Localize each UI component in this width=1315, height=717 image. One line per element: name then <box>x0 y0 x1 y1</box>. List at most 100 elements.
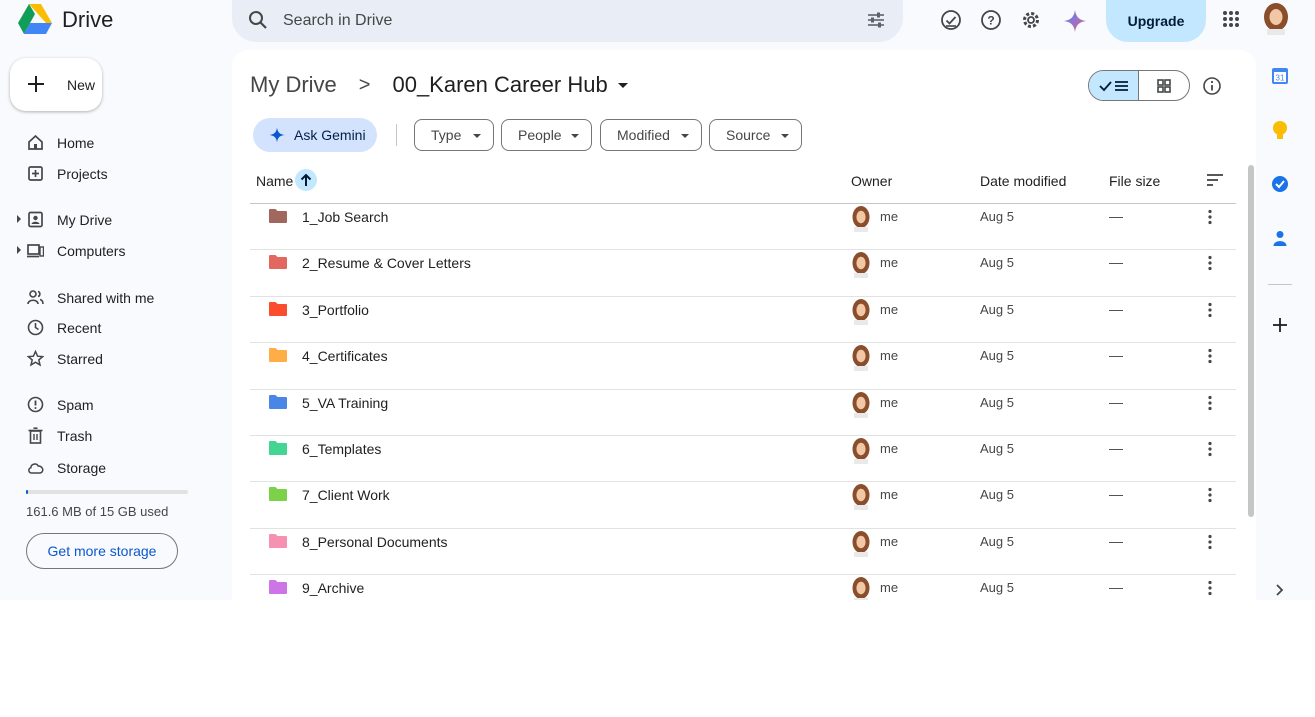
table-row[interactable]: 3_Portfolio me Aug 5 — <box>250 297 1236 344</box>
more-actions-icon[interactable] <box>1208 487 1212 503</box>
add-addon-plus-icon[interactable] <box>1271 316 1289 334</box>
sidebar-item-trash[interactable]: Trash <box>0 421 220 449</box>
list-view-check-icon <box>1098 80 1128 91</box>
search-icon[interactable] <box>248 10 268 30</box>
file-name[interactable]: 5_VA Training <box>302 395 388 411</box>
keep-icon[interactable] <box>1271 120 1289 142</box>
app-title: Drive <box>62 7 114 32</box>
file-size: — <box>1109 439 1123 456</box>
file-name[interactable]: 1_Job Search <box>302 209 388 225</box>
grid-view-button[interactable] <box>1139 71 1189 100</box>
search-options-icon[interactable] <box>866 10 886 30</box>
sort-options-icon[interactable] <box>1206 173 1224 187</box>
info-icon[interactable] <box>1202 76 1222 96</box>
column-file-size[interactable]: File size <box>1109 173 1160 189</box>
help-icon[interactable]: ? <box>980 9 1002 31</box>
sidebar-item-shared[interactable]: Shared with me <box>0 283 220 311</box>
table-row[interactable]: 1_Job Search me Aug 5 — <box>250 204 1236 251</box>
current-folder-title[interactable]: 00_Karen Career Hub <box>392 72 607 98</box>
ask-gemini-button[interactable]: Ask Gemini <box>253 118 377 152</box>
account-avatar[interactable] <box>1262 3 1290 35</box>
column-name[interactable]: Name <box>256 173 293 189</box>
expand-arrow-icon[interactable] <box>17 246 21 254</box>
sidebar-item-projects[interactable]: Projects <box>0 159 220 187</box>
sidebar-item-storage[interactable]: Storage <box>0 453 220 481</box>
sidebar-item-computers[interactable]: Computers <box>0 236 220 264</box>
drive-logo[interactable]: Drive <box>18 2 113 38</box>
get-more-storage-button[interactable]: Get more storage <box>26 533 178 569</box>
expand-side-panel-chevron-icon[interactable] <box>1271 582 1287 598</box>
filter-type[interactable]: Type <box>414 119 494 151</box>
more-actions-icon[interactable] <box>1208 534 1212 550</box>
storage-usage-fill <box>26 490 29 494</box>
table-row[interactable]: 7_Client Work me Aug 5 — <box>250 482 1236 529</box>
more-actions-icon[interactable] <box>1208 395 1212 411</box>
more-actions-icon[interactable] <box>1208 209 1212 225</box>
upgrade-button[interactable]: Upgrade <box>1106 0 1206 42</box>
new-button[interactable]: New <box>10 58 102 111</box>
column-owner[interactable]: Owner <box>851 173 892 189</box>
storage-usage-bar <box>26 490 188 494</box>
star-icon <box>27 350 44 367</box>
table-row[interactable]: 9_Archive me Aug 5 — <box>250 575 1236 600</box>
owner-name: me <box>880 255 899 271</box>
file-name[interactable]: 7_Client Work <box>302 487 390 503</box>
settings-gear-icon[interactable] <box>1020 9 1042 31</box>
sidebar-item-starred[interactable]: Starred <box>0 344 220 372</box>
tasks-icon[interactable] <box>1271 175 1289 193</box>
blank-area <box>0 600 1315 717</box>
filter-source[interactable]: Source <box>709 119 802 151</box>
sort-ascending-icon[interactable] <box>295 169 317 191</box>
calendar-icon[interactable]: 31 <box>1271 67 1289 85</box>
expand-arrow-icon[interactable] <box>17 215 21 223</box>
more-actions-icon[interactable] <box>1208 441 1212 457</box>
file-size: — <box>1109 393 1123 410</box>
filter-label: Source <box>726 127 771 143</box>
file-name[interactable]: 8_Personal Documents <box>302 534 448 550</box>
owner-name: me <box>880 533 899 549</box>
offline-status-icon[interactable] <box>940 9 962 31</box>
owner-name: me <box>880 301 899 317</box>
filter-modified[interactable]: Modified <box>600 119 702 151</box>
breadcrumb-my-drive[interactable]: My Drive <box>250 72 337 98</box>
column-date-modified[interactable]: Date modified <box>980 173 1066 189</box>
file-name[interactable]: 6_Templates <box>302 441 381 457</box>
owner-avatar <box>852 530 870 557</box>
owner-avatar <box>852 298 870 325</box>
sidebar-item-my-drive[interactable]: My Drive <box>0 205 220 233</box>
chevron-down-icon <box>681 134 689 138</box>
table-row[interactable]: 8_Personal Documents me Aug 5 — <box>250 529 1236 576</box>
file-size: — <box>1109 532 1123 549</box>
file-name[interactable]: 3_Portfolio <box>302 302 369 318</box>
contacts-icon[interactable] <box>1271 229 1289 247</box>
search-bar[interactable]: Search in Drive <box>232 0 903 42</box>
folder-icon <box>269 533 287 548</box>
table-row[interactable]: 5_VA Training me Aug 5 — <box>250 390 1236 436</box>
date-modified: Aug 5 <box>980 580 1014 596</box>
sidebar-item-recent[interactable]: Recent <box>0 313 220 341</box>
search-input[interactable]: Search in Drive <box>283 12 392 30</box>
more-actions-icon[interactable] <box>1208 580 1212 596</box>
table-row[interactable]: 2_Resume & Cover Letters me Aug 5 — <box>250 250 1236 297</box>
google-apps-icon[interactable] <box>1222 10 1240 28</box>
clock-icon <box>27 319 44 336</box>
more-actions-icon[interactable] <box>1208 348 1212 364</box>
vertical-scrollbar[interactable] <box>1248 165 1254 517</box>
breadcrumb: My Drive > 00_Karen Career Hub <box>250 72 628 98</box>
table-row[interactable]: 6_Templates me Aug 5 — <box>250 436 1236 483</box>
sidebar-item-spam[interactable]: Spam <box>0 390 220 418</box>
more-actions-icon[interactable] <box>1208 302 1212 318</box>
file-name[interactable]: 4_Certificates <box>302 348 388 364</box>
list-view-button[interactable] <box>1089 71 1140 100</box>
sidebar-item-home[interactable]: Home <box>0 128 220 156</box>
filter-people[interactable]: People <box>501 119 592 151</box>
folder-menu-dropdown-icon[interactable] <box>617 82 628 88</box>
file-name[interactable]: 2_Resume & Cover Letters <box>302 255 471 271</box>
gemini-sparkle-icon[interactable] <box>1063 9 1087 33</box>
table-row[interactable]: 4_Certificates me Aug 5 — <box>250 343 1236 390</box>
more-actions-icon[interactable] <box>1208 255 1212 271</box>
file-name[interactable]: 9_Archive <box>302 580 364 596</box>
file-list: 1_Job Search me Aug 5—2_Resume & Cover Let… <box>250 204 1236 600</box>
sidebar-item-label: Spam <box>57 397 94 413</box>
sidebar-item-label: Trash <box>57 428 93 444</box>
